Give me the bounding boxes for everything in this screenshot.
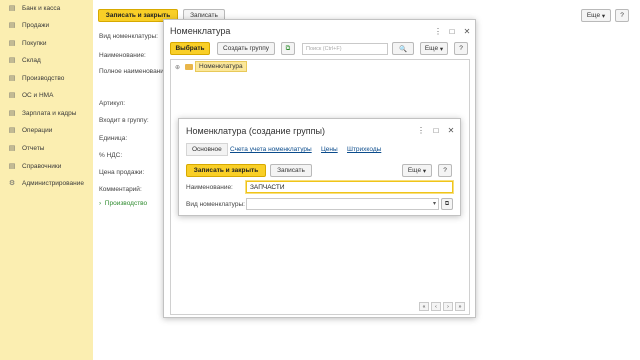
select-button[interactable]: Выбрать: [170, 42, 210, 55]
nav-last-button[interactable]: »: [455, 302, 465, 311]
sidebar-item-label: Продажи: [22, 22, 50, 29]
bg-label-article: Артикул:: [99, 100, 126, 107]
bg-label-full-naim: Полное наименование: [99, 68, 168, 75]
sidebar-item-admin[interactable]: ⚙ Администрирование: [0, 177, 93, 190]
assets-icon: ▤: [8, 91, 16, 99]
nav-prev-button[interactable]: ‹: [431, 302, 441, 311]
sidebar-item-bank[interactable]: ▤ Банк и касса: [0, 2, 93, 15]
nav-next-button[interactable]: ›: [443, 302, 453, 311]
sidebar-item-label: Зарплата и кадры: [22, 110, 77, 117]
sidebar-item-label: Отчеты: [22, 145, 45, 152]
group-more-button[interactable]: Еще ▾: [402, 164, 432, 177]
chevron-down-icon: ▾: [439, 45, 444, 53]
menu-icon[interactable]: ⋮: [417, 127, 425, 135]
salary-icon: ▤: [8, 109, 16, 117]
sidebar: ▤ Банк и касса ▤ Продажи ▤ Покупки ▤ Склад ▤…: [0, 0, 93, 360]
bg-label-comment: Комментарий:: [99, 186, 142, 193]
chevron-down-icon: ▾: [422, 167, 427, 175]
sidebar-item-label: Операции: [22, 127, 53, 134]
sidebar-item-warehouse[interactable]: ▤ Склад: [0, 54, 93, 67]
list-help-button[interactable]: ?: [454, 42, 468, 55]
bg-label-unit: Единица:: [99, 135, 128, 142]
tab-barcodes[interactable]: Штрихкоды: [347, 146, 381, 153]
production-section-label: Производство: [104, 200, 148, 207]
operations-icon: ▤: [8, 126, 16, 134]
group-window-title: Номенклатура (создание группы): [186, 126, 325, 136]
search-input[interactable]: Поиск (Ctrl+F): [302, 43, 388, 55]
group-save-button[interactable]: Записать: [270, 164, 312, 177]
tree-item-nomenclature[interactable]: Номенклатура: [195, 61, 247, 72]
kind-field[interactable]: [246, 198, 439, 210]
admin-icon: ⚙: [8, 179, 16, 187]
copy-icon[interactable]: ⧉: [281, 42, 295, 55]
bg-label-group: Входит в группу:: [99, 117, 149, 124]
chevron-down-icon: ▾: [601, 12, 606, 20]
search-button[interactable]: 🔍: [392, 42, 414, 55]
search-icon: 🔍: [398, 45, 408, 53]
create-group-window: Номенклатура (создание группы) ⋮ □ ✕ Осн…: [178, 118, 461, 216]
create-group-button[interactable]: Создать группу: [217, 42, 275, 55]
sidebar-item-label: Производство: [22, 75, 65, 82]
bg-label-vid: Вид номенклатуры:: [99, 33, 158, 40]
group-more-label: Еще: [407, 167, 422, 174]
bank-icon: ▤: [8, 4, 16, 12]
purchases-icon: ▤: [8, 39, 16, 47]
name-field[interactable]: ЗАПЧАСТИ: [246, 181, 453, 193]
reports-icon: ▤: [8, 144, 16, 152]
nav-first-button[interactable]: «: [419, 302, 429, 311]
production-icon: ▤: [8, 74, 16, 82]
bg-label-price: Цена продажи:: [99, 169, 145, 176]
maximize-icon[interactable]: □: [432, 127, 440, 135]
folder-icon: [185, 64, 193, 70]
group-save-close-button[interactable]: Записать и закрыть: [186, 164, 266, 177]
sales-icon: ▤: [8, 21, 16, 29]
sidebar-item-label: Склад: [22, 57, 41, 64]
sidebar-item-production[interactable]: ▤ Производство: [0, 72, 93, 85]
bg-more-button[interactable]: Еще ▾: [581, 9, 611, 22]
bg-help-button[interactable]: ?: [615, 9, 629, 22]
expand-icon[interactable]: ⊕: [175, 64, 180, 71]
sidebar-item-label: Администрирование: [22, 180, 84, 187]
sidebar-item-sales[interactable]: ▤ Продажи: [0, 19, 93, 32]
kind-label: Вид номенклатуры:: [186, 201, 245, 208]
menu-icon[interactable]: ⋮: [434, 28, 442, 36]
maximize-icon[interactable]: □: [448, 28, 456, 36]
group-help-button[interactable]: ?: [438, 164, 452, 177]
sidebar-item-catalogs[interactable]: ▤ Справочники: [0, 160, 93, 173]
sidebar-item-salary[interactable]: ▤ Зарплата и кадры: [0, 107, 93, 120]
sidebar-item-label: Справочники: [22, 163, 62, 170]
production-section-toggle[interactable]: › Производство: [99, 200, 147, 207]
list-navigation: « ‹ › »: [419, 302, 465, 311]
chevron-right-icon: ›: [99, 200, 102, 207]
bg-label-naim: Наименование:: [99, 52, 146, 59]
open-icon[interactable]: ⧉: [441, 198, 453, 210]
close-icon[interactable]: ✕: [447, 127, 455, 135]
tab-main[interactable]: Основное: [186, 143, 228, 156]
sidebar-item-purchases[interactable]: ▤ Покупки: [0, 37, 93, 50]
sidebar-item-assets[interactable]: ▤ ОС и НМА: [0, 89, 93, 102]
tab-prices[interactable]: Цены: [321, 146, 338, 153]
bg-label-vat: % НДС:: [99, 152, 123, 159]
sidebar-item-reports[interactable]: ▤ Отчеты: [0, 142, 93, 155]
catalogs-icon: ▤: [8, 162, 16, 170]
dropdown-icon[interactable]: ▾: [430, 199, 439, 209]
list-more-button[interactable]: Еще ▾: [420, 42, 448, 55]
name-label: Наименование:: [186, 184, 233, 191]
sidebar-item-label: Банк и касса: [22, 5, 61, 12]
sidebar-item-label: Покупки: [22, 40, 47, 47]
warehouse-icon: ▤: [8, 56, 16, 64]
sidebar-item-operations[interactable]: ▤ Операции: [0, 124, 93, 137]
tab-accounts[interactable]: Счета учета номенклатуры: [230, 146, 312, 153]
list-more-label: Еще: [424, 45, 439, 52]
sidebar-item-label: ОС и НМА: [22, 92, 54, 99]
list-window-title: Номенклатура: [170, 26, 231, 36]
bg-more-label: Еще: [586, 12, 601, 19]
close-icon[interactable]: ✕: [463, 28, 471, 36]
